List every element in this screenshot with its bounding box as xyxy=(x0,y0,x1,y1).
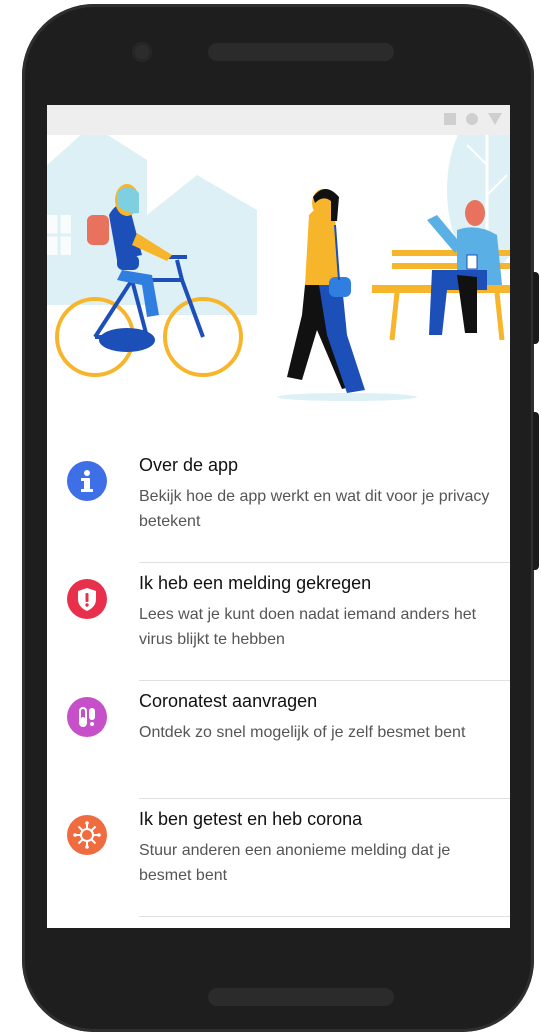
menu-item-title: Coronatest aanvragen xyxy=(139,691,318,711)
info-icon xyxy=(67,461,107,501)
menu-item-coronatest-aanvragen[interactable]: Coronatest aanvragen Ontdek zo snel moge… xyxy=(47,681,510,799)
power-button xyxy=(533,272,539,344)
back-triangle-icon xyxy=(488,113,502,125)
divider xyxy=(139,916,510,917)
recents-square-icon xyxy=(444,113,456,125)
test-tubes-icon xyxy=(67,697,107,737)
bottom-speaker xyxy=(208,988,394,1006)
menu-item-description: Stuur anderen een anonieme melding dat j… xyxy=(139,842,451,884)
menu-item-title: Ik ben getest en heb corona xyxy=(139,809,363,829)
menu-item-over-de-app[interactable]: Over de app Bekijk hoe de app werkt en w… xyxy=(47,445,510,563)
menu-item-description: Lees wat je kunt doen nadat iemand ander… xyxy=(139,606,477,648)
app-screen: Over de app Bekijk hoe de app werkt en w… xyxy=(47,105,510,928)
menu-item-getest-corona[interactable]: Ik ben getest en heb corona Stuur andere… xyxy=(47,799,510,917)
alert-shield-icon xyxy=(67,579,107,619)
home-circle-icon xyxy=(466,113,478,125)
status-bar xyxy=(47,105,510,135)
front-camera xyxy=(132,42,152,62)
menu-item-melding-gekregen[interactable]: Ik heb een melding gekregen Lees wat je … xyxy=(47,563,510,681)
menu-item-description: Ontdek zo snel mogelijk of je zelf besme… xyxy=(139,724,466,741)
volume-button xyxy=(533,412,539,570)
hero-illustration xyxy=(47,110,510,401)
menu-list: Over de app Bekijk hoe de app werkt en w… xyxy=(47,445,510,917)
menu-item-title: Over de app xyxy=(139,455,239,475)
menu-item-title: Ik heb een melding gekregen xyxy=(139,573,372,593)
menu-item-description: Bekijk hoe de app werkt en wat dit voor … xyxy=(139,488,490,530)
earpiece-speaker xyxy=(208,43,394,61)
virus-icon xyxy=(67,815,107,855)
